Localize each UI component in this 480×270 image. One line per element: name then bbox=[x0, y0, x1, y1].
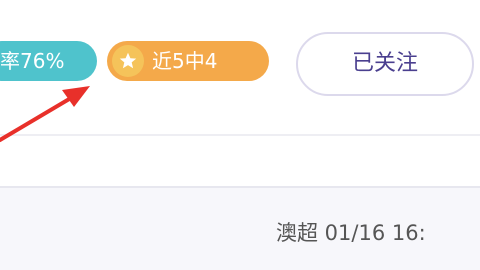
match-info: 澳超 01/16 16: bbox=[276, 221, 426, 245]
recent-form-text: 近5中4 bbox=[152, 49, 218, 73]
recent-form-badge: 近5中4 bbox=[107, 41, 269, 81]
win-rate-badge: 率76% bbox=[0, 41, 97, 81]
follow-button[interactable]: 已关注 bbox=[296, 32, 474, 96]
win-rate-text: 率76% bbox=[0, 49, 65, 73]
content-area bbox=[0, 136, 480, 186]
star-icon bbox=[112, 45, 144, 77]
